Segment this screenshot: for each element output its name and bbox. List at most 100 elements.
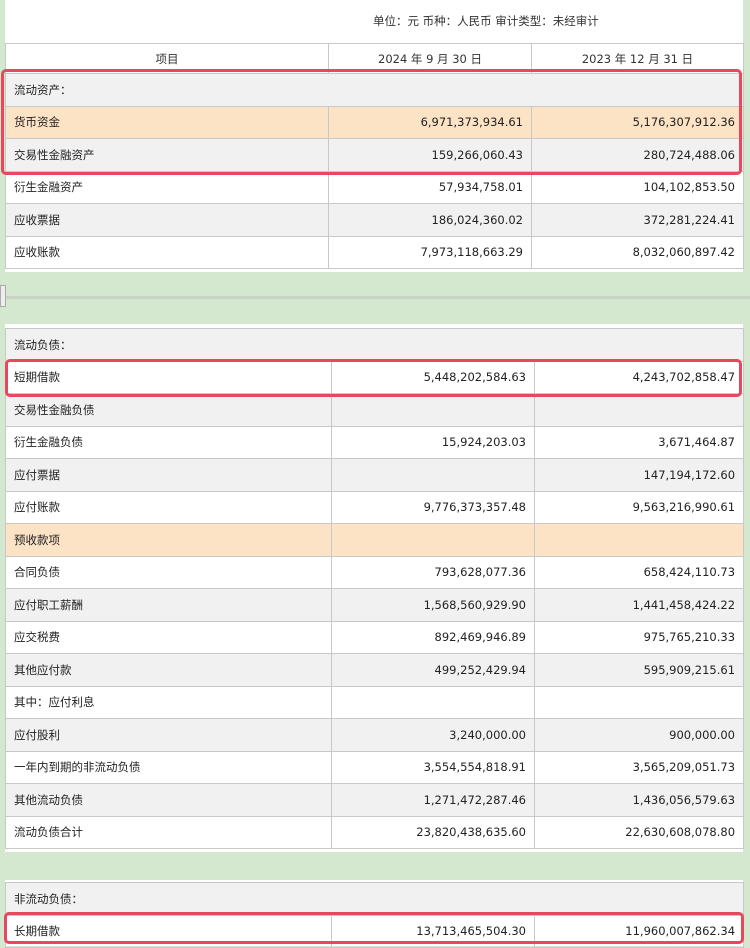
row-label: 预收款项 bbox=[5, 523, 332, 557]
row-label: 衍生金融资产 bbox=[5, 170, 329, 204]
value-2024: 186,024,360.02 bbox=[328, 203, 532, 237]
section-row: 非流动负债： bbox=[4, 882, 745, 916]
row-label: 一年内到期的非流动负债 bbox=[5, 750, 332, 784]
table-row: 其他应付款 499,252,429.94 595,909,215.61 bbox=[5, 653, 745, 687]
value-2024: 7,973,118,663.29 bbox=[328, 235, 532, 269]
value-2024: 3,240,000.00 bbox=[331, 718, 535, 752]
value-2024 bbox=[331, 685, 535, 719]
table-row: 应付职工薪酬 1,568,560,929.90 1,441,458,424.22 bbox=[5, 588, 745, 622]
table-row: 一年内到期的非流动负债 3,554,554,818.91 3,565,209,0… bbox=[5, 750, 745, 784]
value-2023 bbox=[533, 685, 745, 719]
balance-sheet-assets-panel: 单位：元 币种：人民币 审计类型：未经审计 项目 2024 年 9 月 30 日… bbox=[5, 0, 744, 272]
col-header-item: 项目 bbox=[5, 43, 329, 74]
table-header-row: 项目 2024 年 9 月 30 日 2023 年 12 月 31 日 bbox=[5, 43, 744, 74]
row-label: 其他应付款 bbox=[5, 653, 332, 687]
table-row: 长期借款 13,713,465,504.30 11,960,007,862.34 bbox=[5, 914, 745, 948]
value-2023 bbox=[533, 523, 745, 557]
table-row: 应付账款 9,776,373,357.48 9,563,216,990.61 bbox=[5, 490, 745, 524]
value-2024: 159,266,060.43 bbox=[328, 138, 532, 172]
section-label: 流动资产： bbox=[5, 73, 744, 107]
section-label: 流动负债： bbox=[4, 328, 745, 362]
value-2024 bbox=[331, 458, 535, 492]
value-2024: 1,271,472,287.46 bbox=[331, 783, 535, 817]
row-label: 其他流动负债 bbox=[5, 783, 332, 817]
value-2023: 147,194,172.60 bbox=[533, 458, 745, 492]
row-label: 应付职工薪酬 bbox=[5, 588, 332, 622]
row-label: 交易性金融负债 bbox=[5, 393, 332, 427]
value-2024: 499,252,429.94 bbox=[331, 653, 535, 687]
value-2023: 1,441,458,424.22 bbox=[533, 588, 745, 622]
table-row: 其中：应付利息 bbox=[5, 685, 745, 719]
table-row: 交易性金融负债 bbox=[5, 393, 745, 427]
value-2024: 1,568,560,929.90 bbox=[331, 588, 535, 622]
row-label: 长期借款 bbox=[5, 914, 332, 948]
value-2024: 6,971,373,934.61 bbox=[328, 105, 532, 139]
value-2024: 892,469,946.89 bbox=[331, 620, 535, 654]
row-label: 货币资金 bbox=[5, 105, 329, 139]
value-2023: 280,724,488.06 bbox=[531, 138, 744, 172]
table-row: 应付股利 3,240,000.00 900,000.00 bbox=[5, 718, 745, 752]
page-divider-handle bbox=[0, 285, 6, 307]
value-2024 bbox=[331, 523, 535, 557]
value-2023: 1,436,056,579.63 bbox=[533, 783, 745, 817]
col-header-2024: 2024 年 9 月 30 日 bbox=[328, 43, 532, 74]
row-label: 合同负债 bbox=[5, 555, 332, 589]
noncurrent-table: 非流动负债： 长期借款 13,713,465,504.30 11,960,007… bbox=[4, 882, 745, 948]
value-2023: 595,909,215.61 bbox=[533, 653, 745, 687]
row-label: 其中：应付利息 bbox=[5, 685, 332, 719]
value-2023: 658,424,110.73 bbox=[533, 555, 745, 589]
noncurrent-liabilities-panel: 非流动负债： 长期借款 13,713,465,504.30 11,960,007… bbox=[4, 880, 745, 948]
table-row: 短期借款 5,448,202,584.63 4,243,702,858.47 bbox=[5, 360, 745, 394]
table-row: 流动负债合计 23,820,438,635.60 22,630,608,078.… bbox=[5, 815, 745, 849]
row-label: 流动负债合计 bbox=[5, 815, 332, 849]
table-row: 其他流动负债 1,271,472,287.46 1,436,056,579.63 bbox=[5, 783, 745, 817]
row-label: 短期借款 bbox=[5, 360, 332, 394]
col-header-2023: 2023 年 12 月 31 日 bbox=[531, 43, 744, 74]
value-2023: 3,565,209,051.73 bbox=[533, 750, 745, 784]
value-2024: 13,713,465,504.30 bbox=[331, 914, 535, 948]
value-2023: 104,102,853.50 bbox=[531, 170, 744, 204]
value-2023: 22,630,608,078.80 bbox=[533, 815, 745, 849]
unit-text: 单位：元 币种：人民币 审计类型：未经审计 bbox=[373, 14, 599, 28]
value-2023: 372,281,224.41 bbox=[531, 203, 744, 237]
row-label: 交易性金融资产 bbox=[5, 138, 329, 172]
value-2024: 57,934,758.01 bbox=[328, 170, 532, 204]
value-2024: 23,820,438,635.60 bbox=[331, 815, 535, 849]
value-2023: 3,671,464.87 bbox=[533, 425, 745, 459]
table-row: 衍生金融资产 57,934,758.01 104,102,853.50 bbox=[5, 170, 744, 204]
row-label: 应收票据 bbox=[5, 203, 329, 237]
table-row: 应付票据 147,194,172.60 bbox=[5, 458, 745, 492]
section-row: 流动资产： bbox=[5, 73, 744, 107]
section-label: 非流动负债： bbox=[4, 882, 745, 916]
table-row: 应收账款 7,973,118,663.29 8,032,060,897.42 bbox=[5, 235, 744, 269]
value-2023: 975,765,210.33 bbox=[533, 620, 745, 654]
value-2024: 3,554,554,818.91 bbox=[331, 750, 535, 784]
row-label: 应付股利 bbox=[5, 718, 332, 752]
value-2023: 5,176,307,912.36 bbox=[531, 105, 744, 139]
value-2023: 11,960,007,862.34 bbox=[533, 914, 745, 948]
value-2024: 9,776,373,357.48 bbox=[331, 490, 535, 524]
row-label: 衍生金融负债 bbox=[5, 425, 332, 459]
value-2024: 15,924,203.03 bbox=[331, 425, 535, 459]
row-label: 应交税费 bbox=[5, 620, 332, 654]
table-row: 预收款项 bbox=[5, 523, 745, 557]
table-row: 交易性金融资产 159,266,060.43 280,724,488.06 bbox=[5, 138, 744, 172]
value-2023 bbox=[533, 393, 745, 427]
value-2023: 4,243,702,858.47 bbox=[533, 360, 745, 394]
value-2024: 793,628,077.36 bbox=[331, 555, 535, 589]
liabilities-table: 流动负债： 短期借款 5,448,202,584.63 4,243,702,85… bbox=[4, 328, 745, 849]
value-2023: 9,563,216,990.61 bbox=[533, 490, 745, 524]
page-divider bbox=[0, 296, 750, 299]
table-row: 货币资金 6,971,373,934.61 5,176,307,912.36 bbox=[5, 105, 744, 139]
value-2024 bbox=[331, 393, 535, 427]
row-label: 应付票据 bbox=[5, 458, 332, 492]
row-label: 应付账款 bbox=[5, 490, 332, 524]
value-2023: 8,032,060,897.42 bbox=[531, 235, 744, 269]
table-row: 应收票据 186,024,360.02 372,281,224.41 bbox=[5, 203, 744, 237]
value-2024: 5,448,202,584.63 bbox=[331, 360, 535, 394]
section-row: 流动负债： bbox=[4, 328, 745, 362]
assets-table: 项目 2024 年 9 月 30 日 2023 年 12 月 31 日 流动资产… bbox=[5, 43, 744, 269]
value-2023: 900,000.00 bbox=[533, 718, 745, 752]
table-row: 应交税费 892,469,946.89 975,765,210.33 bbox=[5, 620, 745, 654]
table-row: 合同负债 793,628,077.36 658,424,110.73 bbox=[5, 555, 745, 589]
